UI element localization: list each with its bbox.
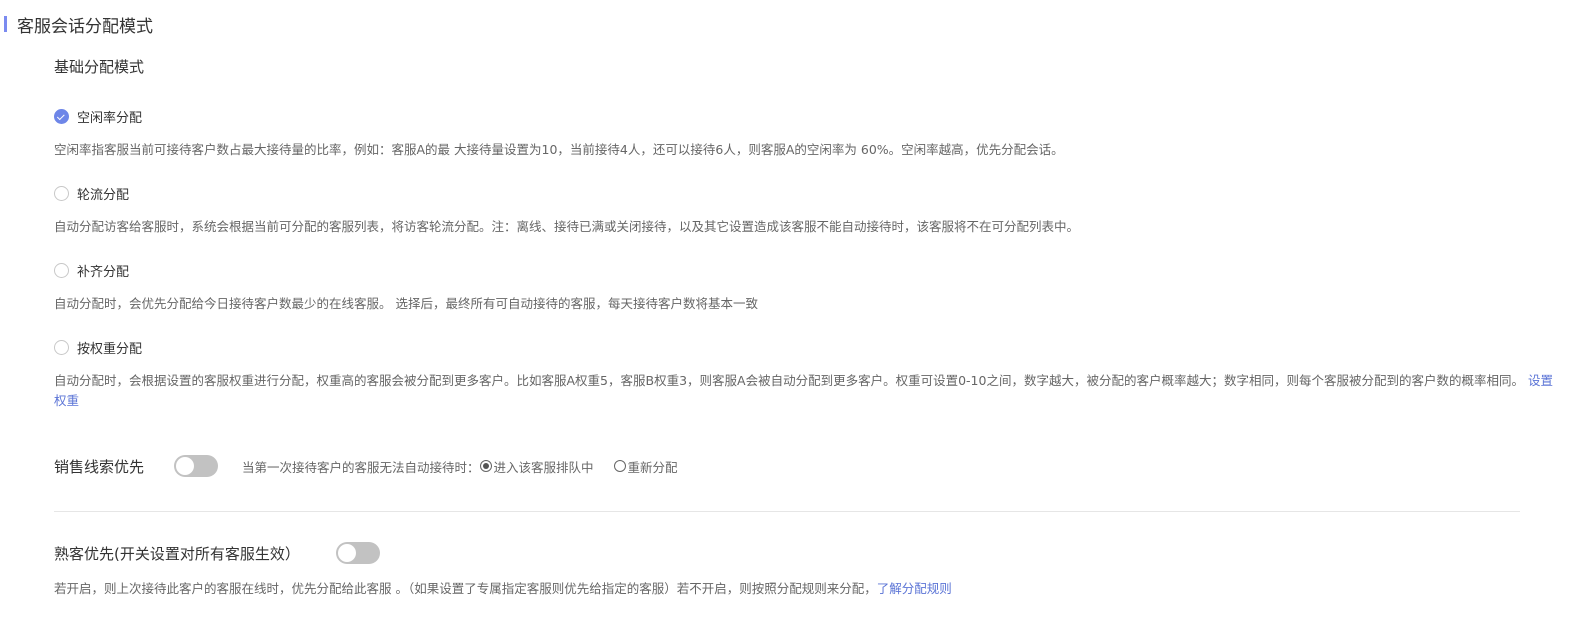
option-weighted[interactable]: 按权重分配: [54, 338, 142, 357]
radio-queue-label: 进入该客服排队中: [493, 459, 594, 475]
option-label: 空闲率分配: [77, 111, 143, 126]
radio-icon[interactable]: [54, 263, 69, 278]
weighted-desc-text: 自动分配时，会根据设置的客服权重进行分配，权重高的客服会被分配到更多客户。比如客…: [54, 373, 1524, 388]
radio-reassign[interactable]: 重新分配: [613, 457, 678, 476]
familiar-desc-text: 若开启，则上次接待此客户的客服在线时，优先分配给此客服 。（如果设置了专属指定客…: [54, 581, 877, 596]
familiar-label: 熟客优先(开关设置对所有客服生效）: [54, 544, 300, 563]
option-round-robin-desc: 自动分配访客给客服时，系统会根据当前可分配的客服列表，将访客轮流分配。注：离线、…: [54, 219, 1080, 234]
option-label: 按权重分配: [77, 342, 143, 357]
radio-queue[interactable]: 进入该客服排队中: [479, 457, 594, 476]
option-label: 轮流分配: [77, 188, 130, 203]
familiar-desc: 若开启，则上次接待此客户的客服在线时，优先分配给此客服 。（如果设置了专属指定客…: [54, 579, 952, 599]
option-idle-rate-desc: 空闲率指客服当前可接待客户数占最大接待量的比率，例如：客服A的最 大接待量设置为…: [54, 142, 1064, 157]
sales-lead-label: 销售线索优先: [54, 457, 145, 476]
radio-icon[interactable]: [54, 340, 69, 355]
option-idle-rate[interactable]: 空闲率分配: [54, 107, 142, 126]
radio-checked-icon[interactable]: [54, 109, 69, 124]
section-accent-bar: [4, 16, 7, 32]
divider: [54, 511, 1520, 512]
option-round-robin[interactable]: 轮流分配: [54, 184, 129, 203]
section-header: 客服会话分配模式: [0, 12, 153, 37]
section-title: 客服会话分配模式: [17, 16, 153, 37]
radio-selected-icon[interactable]: [479, 460, 492, 472]
option-fill-up[interactable]: 补齐分配: [54, 261, 129, 280]
radio-icon[interactable]: [54, 186, 69, 201]
sales-lead-toggle[interactable]: [174, 455, 219, 477]
radio-reassign-label: 重新分配: [627, 459, 678, 475]
radio-icon[interactable]: [613, 460, 626, 472]
familiar-row: 熟客优先(开关设置对所有客服生效）: [54, 542, 380, 564]
basic-mode-title: 基础分配模式: [54, 58, 145, 76]
sales-lead-row: 销售线索优先 当第一次接待客户的客服无法自动接待时： 进入该客服排队中 重新分配: [54, 455, 678, 477]
option-fill-up-desc: 自动分配时，会优先分配给今日接待客户数最少的在线客服。 选择后，最终所有可自动接…: [54, 296, 758, 311]
familiar-toggle[interactable]: [335, 542, 380, 564]
sales-lead-hint: 当第一次接待客户的客服无法自动接待时：: [242, 459, 480, 475]
option-label: 补齐分配: [77, 265, 130, 280]
option-weighted-desc: 自动分配时，会根据设置的客服权重进行分配，权重高的客服会被分配到更多客户。比如客…: [54, 371, 1554, 411]
learn-rules-link[interactable]: 了解分配规则: [877, 581, 952, 596]
